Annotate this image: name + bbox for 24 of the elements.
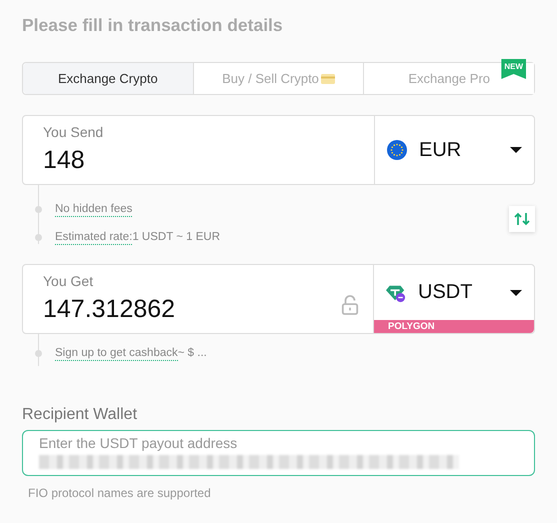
tab[interactable]: Exchange Crypto bbox=[23, 63, 193, 94]
cashback-value: ~ $ ... bbox=[178, 346, 207, 360]
euro-flag-icon bbox=[387, 140, 407, 160]
network-tag: POLYGON bbox=[374, 320, 534, 333]
caret-icon bbox=[510, 290, 522, 296]
hint-text: FIO protocol names are supported bbox=[28, 486, 212, 500]
field-label: You Send bbox=[43, 124, 104, 140]
section-label: Recipient Wallet bbox=[22, 406, 138, 424]
info-term[interactable]: Estimated rate: bbox=[55, 230, 132, 244]
page-title: Please fill in transaction details bbox=[22, 14, 284, 37]
cashback-link[interactable]: Sign up to get cashback bbox=[55, 346, 178, 360]
new-ribbon: NEW bbox=[501, 59, 526, 79]
tether-coin-icon bbox=[386, 282, 406, 302]
caret-icon bbox=[510, 147, 522, 153]
amount-output: 147.312862 bbox=[43, 295, 176, 324]
swap-arrows-icon bbox=[514, 212, 530, 226]
field-label: You Get bbox=[43, 273, 94, 289]
swap-button[interactable] bbox=[509, 206, 535, 232]
info-value: 1 USDT ~ 1 EUR bbox=[132, 230, 220, 244]
address-field[interactable]: Enter the USDT payout address bbox=[22, 430, 535, 476]
credit-card-icon bbox=[320, 74, 335, 84]
unlock-icon[interactable] bbox=[341, 295, 359, 315]
amount-input[interactable]: 148 bbox=[43, 146, 85, 175]
info-term[interactable]: No hidden fees bbox=[55, 202, 132, 216]
